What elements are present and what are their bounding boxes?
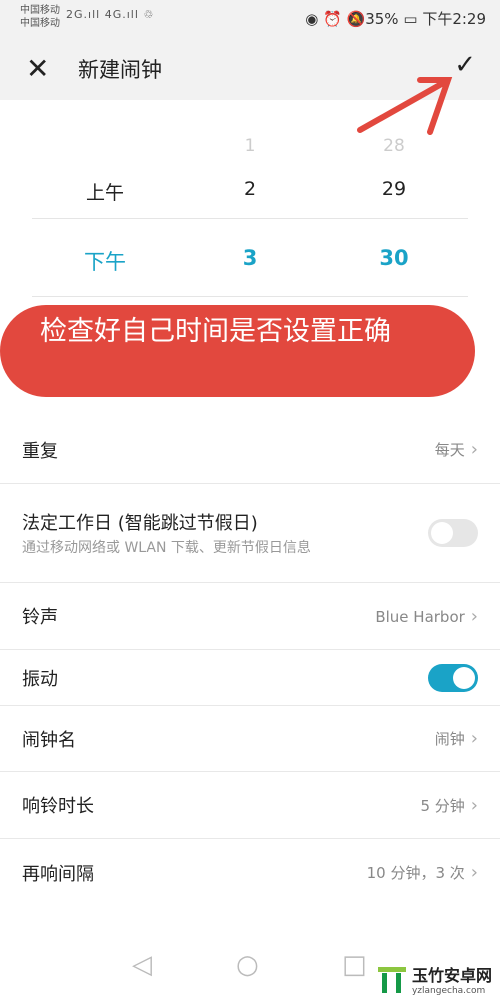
setting-ring-duration[interactable]: 响铃时长 5 分钟 › xyxy=(0,772,500,839)
picker-minute-selected[interactable]: 30 xyxy=(354,246,434,270)
home-icon[interactable]: ○ xyxy=(236,950,259,980)
setting-workday[interactable]: 法定工作日 (智能跳过节假日) 通过移动网络或 WLAN 下载、更新节假日信息 xyxy=(0,484,500,583)
picker-ampm[interactable]: 上午 xyxy=(65,178,145,205)
status-bar: 中国移动 中国移动 2G.ıll 4G.ıll ♲ ◉ ⏰ 🔕35% ▭ 下午2:… xyxy=(0,0,500,36)
back-icon[interactable]: ◁ xyxy=(132,950,152,980)
setting-repeat[interactable]: 重复 每天 › xyxy=(0,416,500,484)
eye-icon: ◉ xyxy=(305,10,319,28)
battery-icon: ▭ xyxy=(403,10,418,28)
recents-icon[interactable]: □ xyxy=(342,950,367,980)
setting-snooze[interactable]: 再响间隔 10 分钟，3 次 › xyxy=(0,839,500,906)
picker-minute[interactable]: 28 xyxy=(354,136,434,156)
chevron-right-icon: › xyxy=(470,605,478,627)
vibrate-toggle[interactable] xyxy=(428,663,478,692)
settings-list: 重复 每天 › 法定工作日 (智能跳过节假日) 通过移动网络或 WLAN 下载、更新节… xyxy=(0,416,500,906)
page-title: 新建闹钟 xyxy=(78,58,162,82)
watermark-logo xyxy=(377,967,406,993)
signal-icon: 2G.ıll 4G.ıll ♲ xyxy=(66,8,155,21)
setting-alarm-name[interactable]: 闹钟名 闹钟 › xyxy=(0,706,500,772)
chevron-right-icon: › xyxy=(470,794,478,816)
setting-vibrate[interactable]: 振动 xyxy=(0,650,500,706)
alarm-icon: ⏰ xyxy=(323,10,342,28)
chevron-right-icon: › xyxy=(470,728,478,749)
picker-ampm-selected[interactable]: 下午 xyxy=(65,246,145,276)
battery-percent: 35% xyxy=(365,10,399,28)
chevron-right-icon: › xyxy=(470,439,478,460)
watermark: 玉竹安卓网 yzlangecha.com xyxy=(376,962,492,996)
chevron-right-icon: › xyxy=(470,862,478,883)
workday-toggle[interactable] xyxy=(428,519,478,547)
clock: 下午2:29 xyxy=(422,10,486,28)
close-icon[interactable]: ✕ xyxy=(26,52,49,85)
setting-ringtone[interactable]: 铃声 Blue Harbor › xyxy=(0,583,500,650)
mute-icon: 🔕 xyxy=(346,10,366,28)
picker-hour-selected[interactable]: 3 xyxy=(210,246,290,270)
picker-minute[interactable]: 29 xyxy=(354,178,434,200)
carrier: 中国移动 中国移动 xyxy=(20,5,60,29)
annotation-banner: 检查好自己时间是否设置正确 xyxy=(0,305,475,397)
picker-hour[interactable]: 2 xyxy=(210,178,290,200)
picker-hour[interactable]: 1 xyxy=(210,136,290,156)
